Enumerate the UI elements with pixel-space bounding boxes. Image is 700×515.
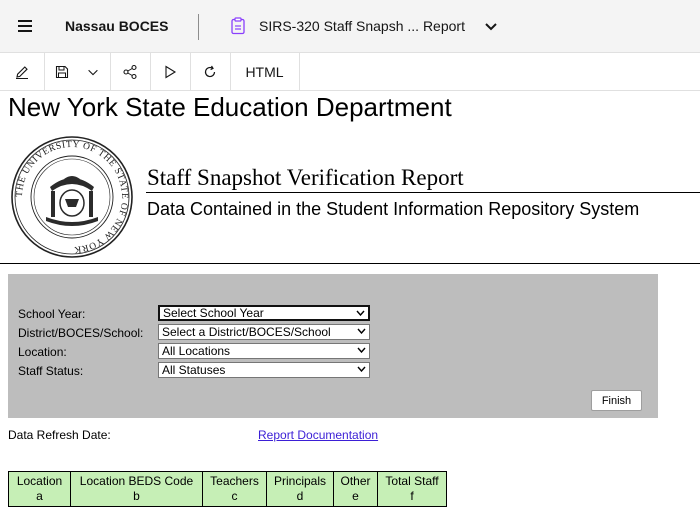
report-icon (228, 16, 248, 36)
report-subtitle: Data Contained in the Student Informatio… (147, 199, 640, 219)
agency-heading: New York State Education Department (8, 92, 452, 122)
title-rule (146, 192, 700, 193)
school-year-label: School Year: (18, 307, 86, 321)
staff-status-value: All Statuses (162, 363, 226, 377)
seal-inscription: THE UNIVERSITY OF THE STATE OF NEW YORK (15, 140, 129, 254)
column-header[interactable]: Teachers c (202, 471, 267, 507)
header-divider (198, 14, 199, 40)
edit-button[interactable] (0, 53, 45, 90)
location-value: All Locations (162, 344, 231, 358)
school-year-select[interactable]: Select School Year (158, 305, 370, 321)
chevron-down-icon (357, 328, 366, 334)
district-select[interactable]: Select a District/BOCES/School (158, 324, 370, 340)
menu-icon[interactable] (18, 20, 32, 32)
chevron-down-icon (357, 347, 366, 353)
staff-status-label: Staff Status: (18, 364, 84, 378)
output-format-html[interactable]: HTML (230, 53, 300, 90)
chevron-down-icon[interactable] (86, 65, 100, 79)
save-button[interactable] (44, 53, 111, 90)
district-label: District/BOCES/School: (18, 326, 144, 340)
district-value: Select a District/BOCES/School (162, 325, 331, 339)
refresh-button[interactable] (190, 53, 231, 90)
column-header[interactable]: Total Staff f (377, 471, 447, 507)
chevron-down-icon[interactable] (482, 18, 500, 36)
run-button[interactable] (150, 53, 191, 90)
school-year-value: Select School Year (163, 306, 264, 320)
report-toolbar: HTML (0, 53, 700, 91)
state-seal: THE UNIVERSITY OF THE STATE OF NEW YORK (11, 136, 133, 258)
filter-panel: School Year: Select School Year District… (8, 274, 658, 418)
report-title[interactable]: SIRS-320 Staff Snapsh ... Report (259, 18, 465, 34)
save-icon (55, 65, 69, 78)
share-button[interactable] (110, 53, 151, 90)
location-label: Location: (18, 345, 67, 359)
run-icon (165, 65, 177, 78)
report-name: Staff Snapshot Verification Report (147, 165, 464, 190)
column-header[interactable]: Location BEDS Code b (70, 471, 203, 507)
edit-icon (16, 65, 28, 79)
report-documentation-link[interactable]: Report Documentation (258, 428, 378, 442)
svg-text:THE UNIVERSITY OF THE STATE OF: THE UNIVERSITY OF THE STATE OF NEW YORK (15, 140, 129, 254)
share-icon (123, 64, 137, 79)
header-rule (0, 263, 700, 264)
location-select[interactable]: All Locations (158, 343, 370, 359)
table-header-row: Location a Location BEDS Code b Teachers c … (8, 471, 447, 507)
column-header[interactable]: Other e (333, 471, 378, 507)
staff-table: Location a Location BEDS Code b Teachers c … (8, 471, 447, 507)
column-header[interactable]: Principals d (266, 471, 334, 507)
data-refresh-label: Data Refresh Date: (8, 428, 111, 442)
refresh-icon (204, 65, 216, 77)
chevron-down-icon (356, 310, 365, 316)
app-header: Nassau BOCES SIRS-320 Staff Snapsh ... R… (0, 0, 700, 53)
report-content: New York State Education Department THE … (0, 91, 700, 515)
org-name[interactable]: Nassau BOCES (65, 18, 168, 34)
staff-status-select[interactable]: All Statuses (158, 362, 370, 378)
chevron-down-icon (357, 366, 366, 372)
column-header[interactable]: Location a (8, 471, 71, 507)
finish-button[interactable]: Finish (591, 390, 642, 411)
